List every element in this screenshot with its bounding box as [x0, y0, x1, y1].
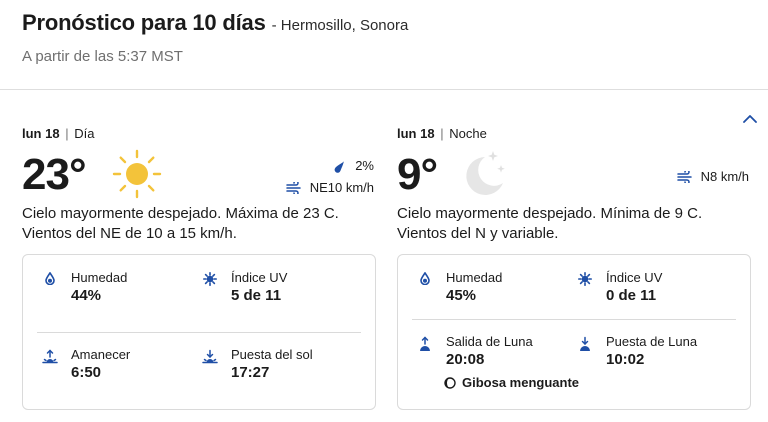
day-period-label: lun 18 | Día [22, 126, 95, 141]
night-moonrise: Salida de Luna 20:08 [416, 334, 533, 369]
raindrop-icon [331, 159, 347, 173]
moon-stars-icon [457, 149, 509, 204]
day-humidity: Humedad 44% [41, 270, 127, 305]
moonrise-icon [416, 334, 434, 354]
day-date: lun 18 [22, 126, 60, 141]
night-wind: N8 km/h [676, 169, 749, 184]
night-description: Cielo mayormente despejado. Mínima de 9 … [397, 205, 703, 242]
night-humidity: Humedad 45% [416, 270, 502, 305]
chevron-up-icon [743, 114, 757, 123]
wind-icon [285, 181, 302, 195]
moon-phase: Gibosa menguante [444, 375, 579, 390]
day-precipitation: 2% [331, 158, 374, 173]
humidity-icon [41, 270, 59, 290]
humidity-icon [416, 270, 434, 290]
night-forecast-panel: lun 18 | Noche 9° N8 km/h Cielo mayormen… [397, 126, 751, 410]
waning-gibbous-icon [444, 376, 456, 389]
forecast-header: Pronóstico para 10 días - Hermosillo, So… [22, 10, 748, 65]
day-temperature: 23° [22, 150, 87, 199]
day-description: Cielo mayormente despejado. Máxima de 23… [22, 205, 339, 242]
moonset-icon [576, 334, 594, 354]
night-period-name: Noche [449, 126, 487, 141]
day-uv-index: Índice UV 5 de 11 [201, 270, 287, 305]
day-precipitation-value: 2% [355, 158, 374, 173]
night-temperature: 9° [397, 150, 438, 199]
collapse-button[interactable] [740, 110, 760, 126]
day-sunset: Puesta del sol 17:27 [201, 347, 313, 382]
location-label: - Hermosillo, Sonora [271, 17, 409, 34]
card-divider [37, 332, 361, 333]
night-moonset: Puesta de Luna 10:02 [576, 334, 697, 369]
card-divider [412, 319, 736, 320]
sunrise-icon [41, 347, 59, 367]
day-wind-value: NE10 km/h [309, 180, 374, 195]
night-wind-value: N8 km/h [700, 169, 749, 184]
sun-icon [112, 149, 162, 204]
wind-icon [676, 170, 693, 184]
updated-time: A partir de las 5:37 MST [22, 48, 183, 65]
uv-sun-icon [201, 270, 219, 290]
day-period-name: Día [74, 126, 95, 141]
night-details-card: Humedad 45% Índice UV 0 de 11 Salida de … [397, 254, 751, 410]
night-uv-index: Índice UV 0 de 11 [576, 270, 662, 305]
day-forecast-panel: lun 18 | Día 23° 2% NE10 km/h Cielo mayo… [22, 126, 376, 410]
night-date: lun 18 [397, 126, 435, 141]
day-details-card: Humedad 44% Índice UV 5 de 11 Amanecer 6… [22, 254, 376, 410]
day-sunrise: Amanecer 6:50 [41, 347, 130, 382]
page-title: Pronóstico para 10 días [22, 10, 266, 35]
night-period-label: lun 18 | Noche [397, 126, 487, 141]
header-divider [0, 89, 768, 90]
day-wind: NE10 km/h [285, 180, 374, 195]
uv-sun-icon [576, 270, 594, 290]
sunset-icon [201, 347, 219, 367]
moon-phase-label: Gibosa menguante [462, 375, 580, 390]
